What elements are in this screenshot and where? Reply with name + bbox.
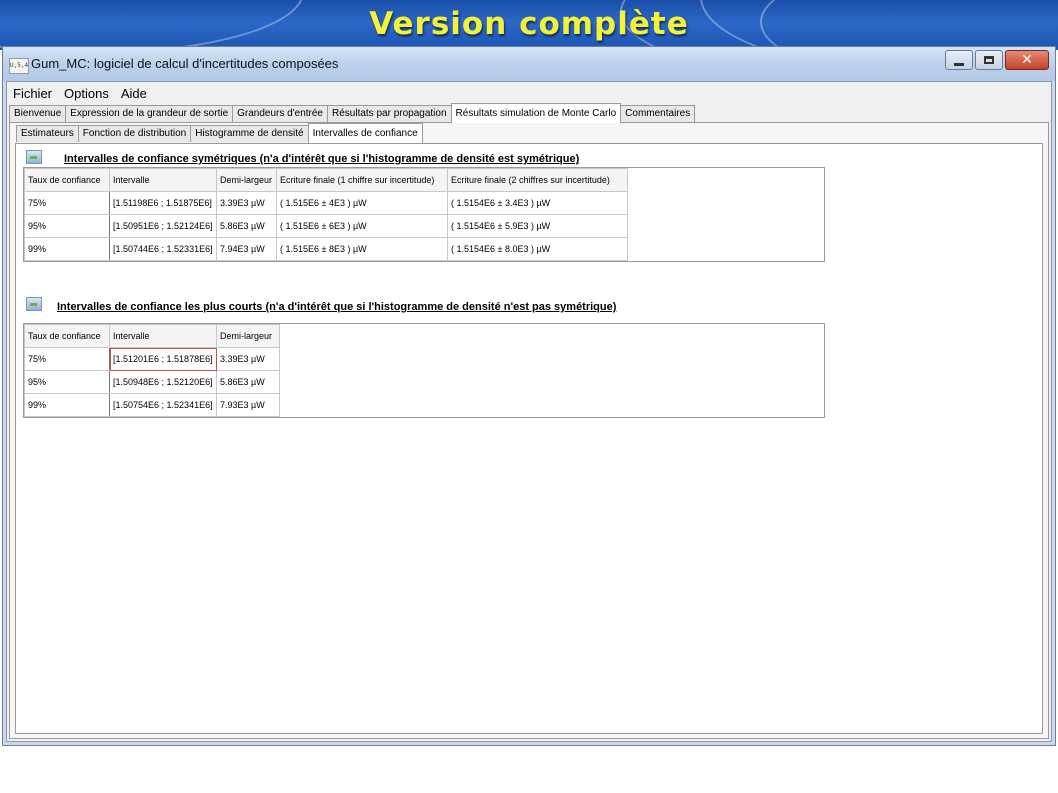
column-header[interactable]: Intervalle bbox=[109, 324, 217, 348]
table-header-row: Taux de confiance Intervalle Demi-largeu… bbox=[24, 324, 280, 348]
maximize-button[interactable] bbox=[975, 50, 1003, 70]
sub-tab-bar: Estimateurs Fonction de distribution His… bbox=[16, 123, 423, 143]
symmetric-table-frame: Taux de confiance Intervalle Demi-largeu… bbox=[23, 167, 825, 262]
table-cell[interactable]: ( 1.5154E6 ± 5.9E3 ) µW bbox=[447, 214, 628, 238]
column-header[interactable]: Demi-largeur bbox=[216, 168, 277, 192]
tab-intervalles-confiance[interactable]: Intervalles de confiance bbox=[307, 123, 423, 143]
table-cell[interactable]: [1.50948E6 ; 1.52120E6] bbox=[109, 370, 217, 394]
column-header[interactable]: Intervalle bbox=[109, 168, 217, 192]
column-header[interactable]: Ecriture finale (2 chiffres sur incertit… bbox=[447, 168, 628, 192]
menu-bar: Fichier Options Aide bbox=[7, 82, 1051, 104]
table-cell[interactable]: 3.39E3 µW bbox=[216, 347, 280, 371]
table-cell[interactable]: ( 1.5154E6 ± 3.4E3 ) µW bbox=[447, 191, 628, 215]
main-tab-bar: Bienvenue Expression de la grandeur de s… bbox=[7, 103, 1051, 123]
tab-expression-grandeur-sortie[interactable]: Expression de la grandeur de sortie bbox=[65, 105, 234, 122]
column-header[interactable]: Taux de confiance bbox=[24, 168, 110, 192]
menu-aide[interactable]: Aide bbox=[115, 86, 153, 101]
table-row[interactable]: 95% [1.50948E6 ; 1.52120E6] 5.86E3 µW bbox=[24, 370, 280, 394]
row-header[interactable]: 95% bbox=[24, 370, 110, 394]
tab-grandeurs-entree[interactable]: Grandeurs d'entrée bbox=[232, 105, 328, 122]
table-cell[interactable]: [1.50744E6 ; 1.52331E6] bbox=[109, 237, 217, 261]
tab-resultats-monte-carlo[interactable]: Résultats simulation de Monte Carlo bbox=[450, 103, 622, 123]
table-cell[interactable]: ( 1.5154E6 ± 8.0E3 ) µW bbox=[447, 237, 628, 261]
table-cell[interactable]: [1.50754E6 ; 1.52341E6] bbox=[109, 393, 217, 417]
table-cell[interactable]: 7.94E3 µW bbox=[216, 237, 277, 261]
selected-table-cell[interactable]: [1.51201E6 ; 1.51878E6] bbox=[109, 347, 217, 371]
row-header[interactable]: 95% bbox=[24, 214, 110, 238]
table-cell[interactable]: [1.50951E6 ; 1.52124E6] bbox=[109, 214, 217, 238]
table-row[interactable]: 75% [1.51198E6 ; 1.51875E6] 3.39E3 µW ( … bbox=[24, 191, 628, 215]
table-row[interactable]: 75% [1.51201E6 ; 1.51878E6] 3.39E3 µW bbox=[24, 347, 280, 371]
table-cell[interactable]: ( 1.515E6 ± 4E3 ) µW bbox=[276, 191, 448, 215]
title-bar[interactable]: U,5,40,1 Gum_MC: logiciel de calcul d'in… bbox=[3, 47, 1055, 81]
menu-fichier[interactable]: Fichier bbox=[7, 86, 58, 101]
menu-options[interactable]: Options bbox=[58, 86, 115, 101]
row-header[interactable]: 75% bbox=[24, 347, 110, 371]
column-header[interactable]: Ecriture finale (1 chiffre sur incertitu… bbox=[276, 168, 448, 192]
maximize-icon bbox=[984, 56, 994, 64]
shortest-table: Taux de confiance Intervalle Demi-largeu… bbox=[24, 324, 280, 417]
close-icon: ✕ bbox=[1021, 52, 1033, 68]
tab-estimateurs[interactable]: Estimateurs bbox=[16, 125, 79, 142]
minimize-icon bbox=[954, 62, 964, 66]
table-cell[interactable]: 7.93E3 µW bbox=[216, 393, 280, 417]
table-row[interactable]: 99% [1.50754E6 ; 1.52341E6] 7.93E3 µW bbox=[24, 393, 280, 417]
symmetric-section-title: Intervalles de confiance symétriques (n'… bbox=[64, 153, 580, 165]
shortest-section-title: Intervalles de confiance les plus courts… bbox=[57, 301, 617, 313]
tab-fonction-distribution[interactable]: Fonction de distribution bbox=[77, 125, 192, 142]
row-header[interactable]: 99% bbox=[24, 393, 110, 417]
client-area: Fichier Options Aide Bienvenue Expressio… bbox=[6, 81, 1052, 742]
table-header-row: Taux de confiance Intervalle Demi-largeu… bbox=[24, 168, 628, 192]
table-row[interactable]: 99% [1.50744E6 ; 1.52331E6] 7.94E3 µW ( … bbox=[24, 237, 628, 261]
tab-bienvenue[interactable]: Bienvenue bbox=[9, 105, 67, 122]
window-controls: ✕ bbox=[943, 50, 1049, 72]
shortest-table-frame: Taux de confiance Intervalle Demi-largeu… bbox=[23, 323, 825, 418]
intervalles-panel: Intervalles de confiance symétriques (n'… bbox=[15, 143, 1043, 734]
table-cell[interactable]: 5.86E3 µW bbox=[216, 370, 280, 394]
monte-carlo-panel: Estimateurs Fonction de distribution His… bbox=[9, 122, 1049, 739]
tab-resultats-propagation[interactable]: Résultats par propagation bbox=[327, 105, 452, 122]
table-icon bbox=[26, 150, 42, 164]
row-header[interactable]: 75% bbox=[24, 191, 110, 215]
column-header[interactable]: Taux de confiance bbox=[24, 324, 110, 348]
app-window: U,5,40,1 Gum_MC: logiciel de calcul d'in… bbox=[2, 46, 1056, 746]
tab-commentaires[interactable]: Commentaires bbox=[620, 105, 696, 122]
slide-title: Version complète bbox=[369, 6, 689, 42]
row-header[interactable]: 99% bbox=[24, 237, 110, 261]
minimize-button[interactable] bbox=[945, 50, 973, 70]
table-row[interactable]: 95% [1.50951E6 ; 1.52124E6] 5.86E3 µW ( … bbox=[24, 214, 628, 238]
tab-histogramme-densite[interactable]: Histogramme de densité bbox=[190, 125, 309, 142]
symmetric-table: Taux de confiance Intervalle Demi-largeu… bbox=[24, 168, 628, 261]
table-cell[interactable]: [1.51198E6 ; 1.51875E6] bbox=[109, 191, 217, 215]
table-cell[interactable]: 5.86E3 µW bbox=[216, 214, 277, 238]
window-title: Gum_MC: logiciel de calcul d'incertitude… bbox=[31, 56, 339, 71]
app-icon[interactable]: U,5,40,1 bbox=[9, 58, 29, 74]
column-header[interactable]: Demi-largeur bbox=[216, 324, 280, 348]
table-cell[interactable]: ( 1.515E6 ± 6E3 ) µW bbox=[276, 214, 448, 238]
table-cell[interactable]: ( 1.515E6 ± 8E3 ) µW bbox=[276, 237, 448, 261]
close-button[interactable]: ✕ bbox=[1005, 50, 1049, 70]
table-icon bbox=[26, 297, 42, 311]
table-cell[interactable]: 3.39E3 µW bbox=[216, 191, 277, 215]
